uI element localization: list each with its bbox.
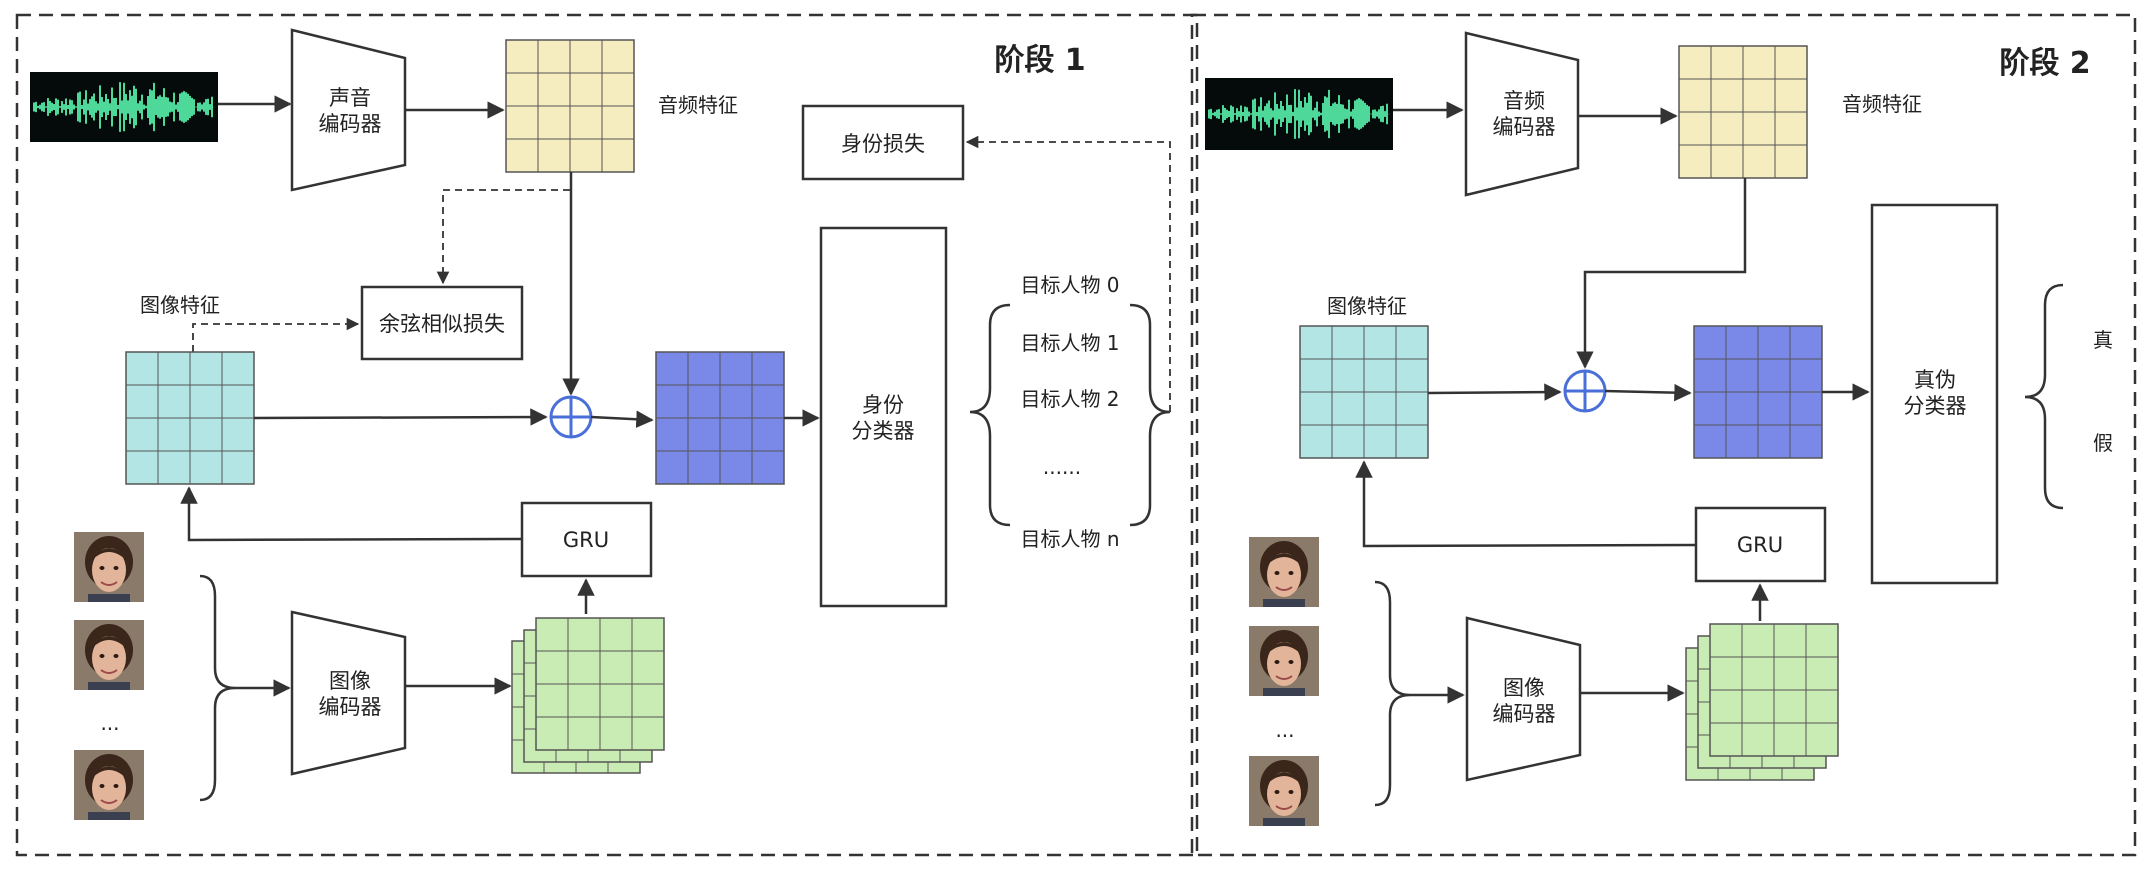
stage1-image-encoder-line1: 图像 (329, 669, 371, 693)
stage1-identity-classifier-line2: 分类器 (852, 419, 915, 443)
stage2-face-icon-3 (1248, 755, 1320, 827)
stage2-real-fake-classifier: 真伪 分类器 (1870, 203, 1999, 585)
stage1-image-feature-grid (125, 351, 255, 485)
stage2-audio-encoder: 音频 编码器 (1464, 31, 1580, 197)
stage2-title: 阶段 2 (1999, 46, 2090, 81)
stage1-frames-brace (199, 574, 236, 802)
stage1-face-icon-1 (73, 531, 145, 603)
stage2-output-fake: 假 (2093, 431, 2113, 455)
stage1-identity-classifier-line1: 身份 (862, 393, 904, 417)
stage1-identity-loss-label: 身份损失 (841, 132, 925, 156)
stage1-cosine-loss-box: 余弦相似损失 (360, 285, 524, 361)
stage1-title: 阶段 1 (994, 43, 1085, 78)
stage2-fused-feature-grid (1693, 325, 1823, 459)
stage1-target-0: 目标人物 0 (1020, 273, 1119, 297)
stage1-image-encoder-line2: 编码器 (319, 695, 382, 719)
stage2-gru-label: GRU (1737, 533, 1783, 557)
stage2-output-real: 真 (2093, 328, 2113, 352)
stage1-audio-feature-grid (505, 39, 635, 173)
stage2-face-icon-2 (1248, 625, 1320, 697)
stage1-audio-waveform-icon (30, 72, 218, 142)
stage1-image-feature-label: 图像特征 (140, 293, 220, 317)
stage1-voice-encoder: 声音 编码器 (290, 28, 407, 192)
stage2-frames-ellipsis: ... (1275, 718, 1294, 742)
stage2-image-feature-grid (1299, 325, 1429, 459)
stage1-gru-box: GRU (520, 501, 653, 578)
stage2-add-circle-icon (1563, 369, 1607, 413)
stage2-classifier-line1: 真伪 (1914, 368, 1956, 392)
stage1-frames-ellipsis: ... (100, 711, 119, 735)
stage2-frames-brace (1374, 580, 1411, 807)
stage1-target-2: 目标人物 2 (1020, 387, 1119, 411)
stage1-fused-feature-grid (655, 351, 785, 485)
stage1-face-icon-3 (73, 749, 145, 821)
stage1-voice-encoder-line1: 声音 (329, 86, 371, 110)
stage1-voice-encoder-line2: 编码器 (319, 112, 382, 136)
stage1-identity-classifier: 身份 分类器 (819, 226, 948, 608)
stage1-right-brace (1129, 303, 1171, 527)
stage2-gru-box: GRU (1694, 506, 1827, 583)
stage2-audio-waveform-icon (1205, 78, 1393, 150)
stage2-audio-encoder-line2: 编码器 (1493, 115, 1556, 139)
stage2-image-feature-label: 图像特征 (1327, 294, 1407, 318)
stage2-image-encoder-line1: 图像 (1503, 676, 1545, 700)
stage2-video-feature-stack (1685, 623, 1839, 781)
stage1-add-circle-icon (549, 395, 593, 439)
stage1-target-1: 目标人物 1 (1020, 331, 1119, 355)
stage2-output-brace (2024, 283, 2064, 510)
stage1-gru-label: GRU (563, 528, 609, 552)
stage1-video-feature-stack (511, 617, 665, 774)
stage1-identity-loss-box: 身份损失 (801, 104, 965, 181)
stage2-image-encoder: 图像 编码器 (1465, 616, 1582, 782)
architecture-diagram: 阶段 1 声音 编码器 音频特征 身份损失 余弦相似损失 图像特征 身份 分类器… (15, 13, 2137, 857)
stage1-target-ellipsis: ...... (1043, 455, 1081, 479)
stage1-target-n: 目标人物 n (1020, 527, 1119, 551)
stage2-face-icon-1 (1248, 536, 1320, 608)
stage1-image-encoder: 图像 编码器 (290, 610, 407, 776)
stage1-audio-feature-label: 音频特征 (658, 93, 738, 117)
stage1-face-icon-2 (73, 619, 145, 691)
stage2-audio-encoder-line1: 音频 (1503, 89, 1545, 113)
stage2-audio-feature-grid (1678, 45, 1808, 179)
stage2-classifier-line2: 分类器 (1904, 394, 1967, 418)
stage2-audio-feature-label: 音频特征 (1842, 92, 1922, 116)
stage2-image-encoder-line2: 编码器 (1493, 702, 1556, 726)
stage1-cosine-loss-label: 余弦相似损失 (379, 312, 505, 336)
stage1-left-brace (969, 303, 1011, 527)
